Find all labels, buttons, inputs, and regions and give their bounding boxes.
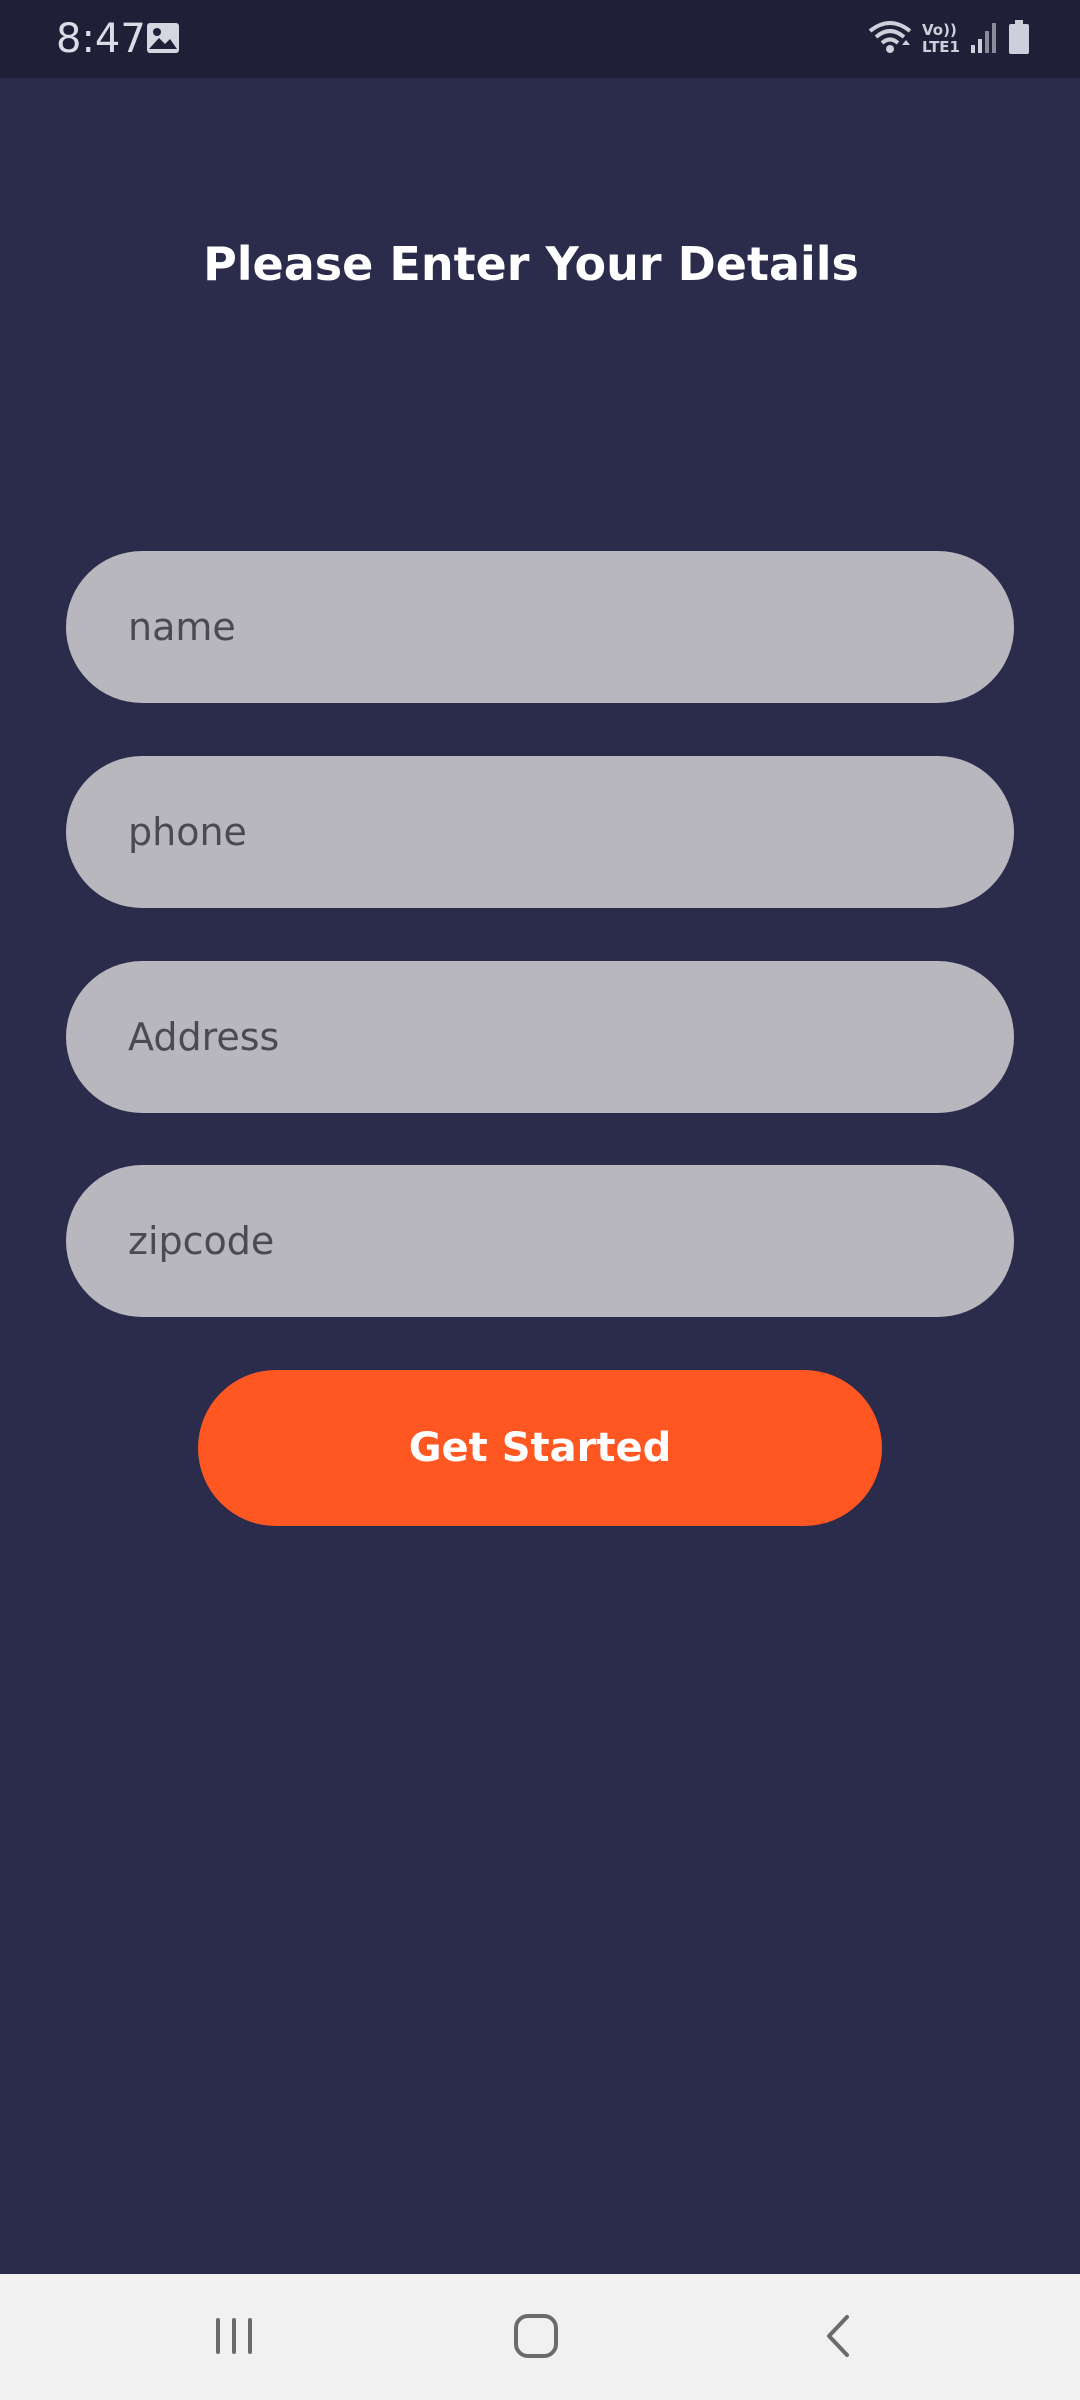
status-time: 8:47: [56, 16, 146, 62]
status-indicators: Vo)) LTE1: [868, 18, 1030, 60]
wifi-icon: [868, 19, 912, 59]
name-input[interactable]: [66, 551, 1014, 703]
back-button[interactable]: [778, 2296, 898, 2376]
network-volte: Vo)): [922, 21, 957, 39]
recents-icon: [216, 2318, 252, 2354]
battery-icon: [1008, 20, 1030, 58]
home-button[interactable]: [476, 2296, 596, 2376]
recents-button[interactable]: [174, 2296, 294, 2376]
page-title: Please Enter Your Details: [203, 237, 859, 291]
details-screen: 8:47 Vo)) LTE1 Please Enter Your Details…: [0, 0, 1080, 2400]
back-icon: [827, 2315, 849, 2357]
signal-icon: [970, 21, 998, 57]
home-icon: [514, 2314, 558, 2358]
network-lte: LTE1: [922, 38, 960, 56]
zipcode-input[interactable]: [66, 1165, 1014, 1317]
phone-input[interactable]: [66, 756, 1014, 908]
gallery-icon: [146, 22, 180, 54]
get-started-button[interactable]: Get Started: [198, 1370, 882, 1526]
navigation-bar: [0, 2274, 1080, 2400]
address-input[interactable]: [66, 961, 1014, 1113]
status-bar: 8:47 Vo)) LTE1: [0, 0, 1080, 78]
network-label: Vo)) LTE1: [922, 22, 960, 56]
